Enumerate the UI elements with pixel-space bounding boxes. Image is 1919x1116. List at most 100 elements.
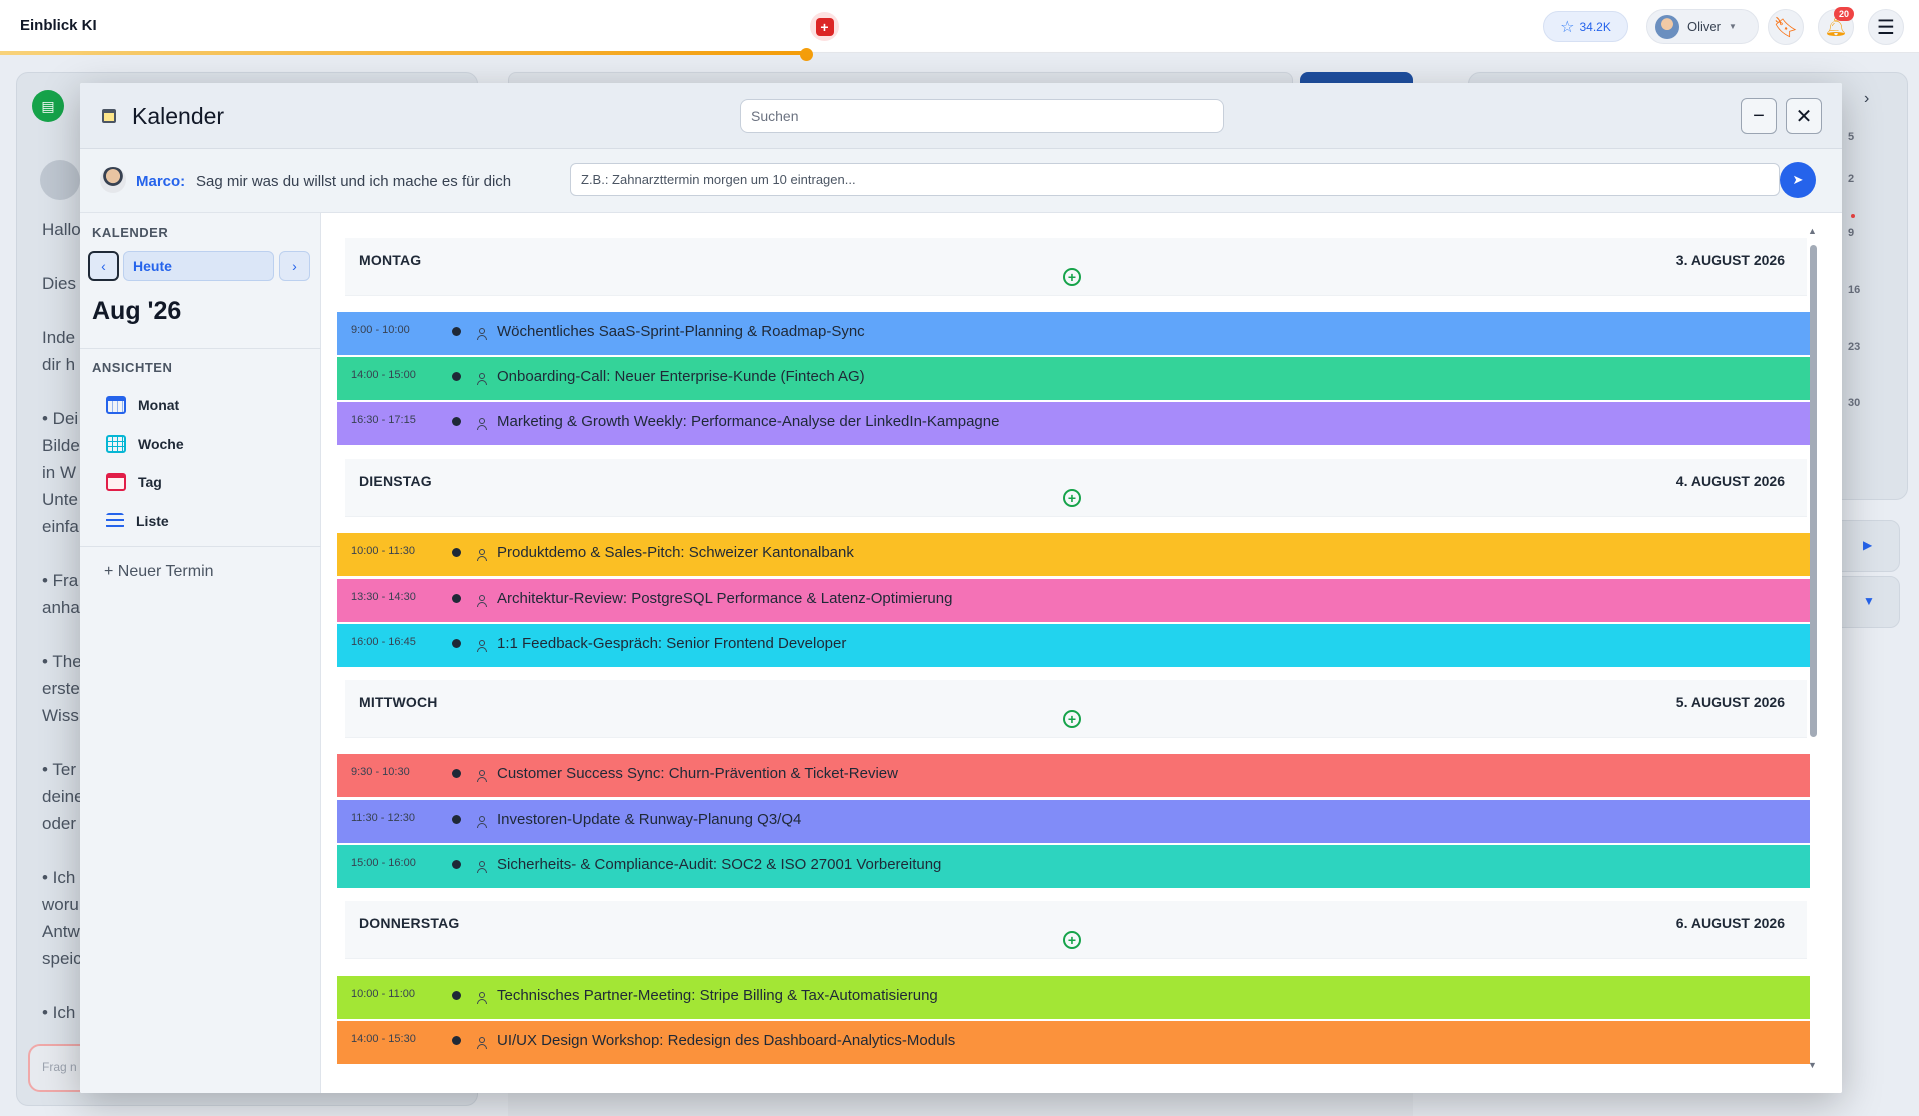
bookmark-icon: 🔖︎: [1773, 16, 1799, 39]
event-dot-icon: [452, 639, 461, 648]
day-name: MONTAG: [359, 252, 422, 268]
event-time: 13:30 - 14:30: [351, 591, 416, 603]
event-time: 9:00 - 10:00: [351, 324, 410, 336]
event-time: 9:30 - 10:30: [351, 766, 410, 778]
view-week[interactable]: Woche: [106, 432, 184, 456]
swiss-logo-icon[interactable]: +: [810, 12, 839, 41]
view-label: Liste: [136, 513, 169, 529]
hamburger-icon: ☰: [1877, 16, 1895, 39]
event-dot-icon: [452, 548, 461, 557]
background-text: Antw: [42, 922, 80, 941]
send-icon: ➤: [1792, 172, 1804, 187]
user-name: Oliver: [1687, 19, 1721, 34]
event-item[interactable]: 16:30 - 17:15 Marketing & Growth Weekly: …: [337, 402, 1810, 445]
day-date: 3. AUGUST 2026: [1675, 252, 1785, 268]
event-title: 1:1 Feedback-Gespräch: Senior Frontend D…: [497, 635, 847, 652]
event-dot-icon: [452, 769, 461, 778]
list-icon: [106, 513, 124, 529]
event-item[interactable]: 11:30 - 12:30 Investoren-Update & Runway-…: [337, 800, 1810, 843]
add-event-icon[interactable]: +: [1063, 268, 1081, 286]
stars-button[interactable]: ☆ 34.2K: [1543, 11, 1628, 42]
person-icon: [476, 328, 488, 342]
event-item[interactable]: 13:30 - 14:30 Architektur-Review: Postgre…: [337, 579, 1810, 622]
event-dot-icon: [452, 417, 461, 426]
close-button[interactable]: ✕: [1786, 98, 1822, 134]
event-item[interactable]: 16:00 - 16:45 1:1 Feedback-Gespräch: Seni…: [337, 624, 1810, 667]
calendar-icon: [102, 109, 116, 123]
next-button[interactable]: ›: [279, 251, 310, 281]
search-input[interactable]: [740, 99, 1224, 133]
assistant-avatar: [100, 167, 126, 193]
person-icon: [476, 640, 488, 654]
scroll-up-arrow[interactable]: ▲: [1808, 226, 1817, 236]
background-text: oder: [42, 814, 77, 833]
event-item[interactable]: 14:00 - 15:30 UI/UX Design Workshop: Rede…: [337, 1021, 1810, 1064]
calendar-month-icon: [106, 396, 126, 414]
person-icon: [476, 861, 488, 875]
bookmark-button[interactable]: 🔖︎: [1768, 9, 1804, 45]
event-item[interactable]: 15:00 - 16:00 Sicherheits- & Compliance-A…: [337, 845, 1810, 888]
event-title: Produktdemo & Sales-Pitch: Schweizer Kan…: [497, 544, 854, 561]
new-event-button[interactable]: + Neuer Termin: [104, 563, 214, 581]
assistant-message: Sag mir was du willst und ich mache es f…: [196, 173, 512, 190]
send-button[interactable]: ➤: [1780, 162, 1816, 198]
event-title: Marketing & Growth Weekly: Performance-A…: [497, 413, 1000, 430]
day-name: DIENSTAG: [359, 473, 432, 489]
background-text: woru: [42, 895, 79, 914]
person-icon: [476, 1037, 488, 1051]
event-time: 14:00 - 15:00: [351, 369, 416, 381]
background-text: deine: [42, 787, 84, 806]
event-title: UI/UX Design Workshop: Redesign des Dash…: [497, 1032, 956, 1049]
event-dot-icon: [452, 991, 461, 1000]
background-text: anha: [42, 598, 80, 617]
day-header: MONTAG 3. AUGUST 2026 +: [345, 238, 1807, 296]
menu-button[interactable]: ☰: [1868, 9, 1904, 45]
event-dot-icon: [452, 372, 461, 381]
scroll-down-arrow[interactable]: ▼: [1808, 1060, 1817, 1070]
event-item[interactable]: 9:30 - 10:30 Customer Success Sync: Churn…: [337, 754, 1810, 797]
mini-calendar-day: 2: [1848, 173, 1855, 185]
day-header: MITTWOCH 5. AUGUST 2026 +: [345, 680, 1807, 738]
background-text: • Ter: [42, 760, 76, 779]
chevron-down-icon: ▼: [1728, 22, 1737, 31]
view-list[interactable]: Liste: [106, 509, 169, 533]
modal-title: Kalender: [132, 103, 225, 129]
event-item[interactable]: 14:00 - 15:00 Onboarding-Call: Neuer Ente…: [337, 357, 1810, 400]
assistant-input[interactable]: [570, 163, 1780, 196]
person-icon: [476, 816, 488, 830]
event-time: 15:00 - 16:00: [351, 857, 416, 869]
event-title: Architektur-Review: PostgreSQL Performan…: [497, 590, 953, 607]
background-text: speic: [42, 949, 82, 968]
add-event-icon[interactable]: +: [1063, 710, 1081, 728]
background-text: Dies: [42, 274, 77, 293]
person-icon: [476, 595, 488, 609]
event-dot: [1851, 214, 1855, 218]
background-text: einfa: [42, 517, 79, 536]
previous-button[interactable]: ‹: [88, 251, 119, 281]
chevron-down-icon: ▼: [1863, 594, 1875, 608]
day-date: 5. AUGUST 2026: [1675, 694, 1785, 710]
user-menu-button[interactable]: Oliver ▼: [1646, 9, 1759, 44]
view-month[interactable]: Monat: [106, 393, 179, 417]
mini-calendar-day: 23: [1848, 341, 1861, 353]
day-name: DONNERSTAG: [359, 915, 460, 931]
add-event-icon[interactable]: +: [1063, 489, 1081, 507]
today-button[interactable]: Heute: [123, 251, 274, 281]
view-day[interactable]: Tag: [106, 470, 162, 494]
calendar-sidebar: KALENDER ‹ Heute › Aug '26 ANSICHTEN Mon…: [80, 213, 321, 1093]
mini-calendar-day: 16: [1848, 284, 1861, 296]
app-brand[interactable]: Einblick KI: [20, 17, 97, 34]
minimize-button[interactable]: −: [1741, 98, 1777, 134]
current-month: Aug '26: [92, 297, 182, 325]
play-icon: ▶: [1863, 538, 1873, 552]
event-item[interactable]: 10:00 - 11:30 Produktdemo & Sales-Pitch: …: [337, 533, 1810, 576]
event-item[interactable]: 10:00 - 11:00 Technisches Partner-Meeting…: [337, 976, 1810, 1019]
star-icon: ☆: [1560, 18, 1575, 36]
event-dot-icon: [452, 815, 461, 824]
add-event-icon[interactable]: +: [1063, 931, 1081, 949]
event-time: 16:00 - 16:45: [351, 636, 416, 648]
scrollbar[interactable]: [1810, 245, 1817, 737]
top-bar: Einblick KI + ☆ 34.2K Oliver ▼ 🔖︎ 🔔︎ 20 …: [0, 0, 1919, 53]
event-item[interactable]: 9:00 - 10:00 Wöchentliches SaaS-Sprint-Pl…: [337, 312, 1810, 355]
background-text: Bilde: [42, 436, 80, 455]
